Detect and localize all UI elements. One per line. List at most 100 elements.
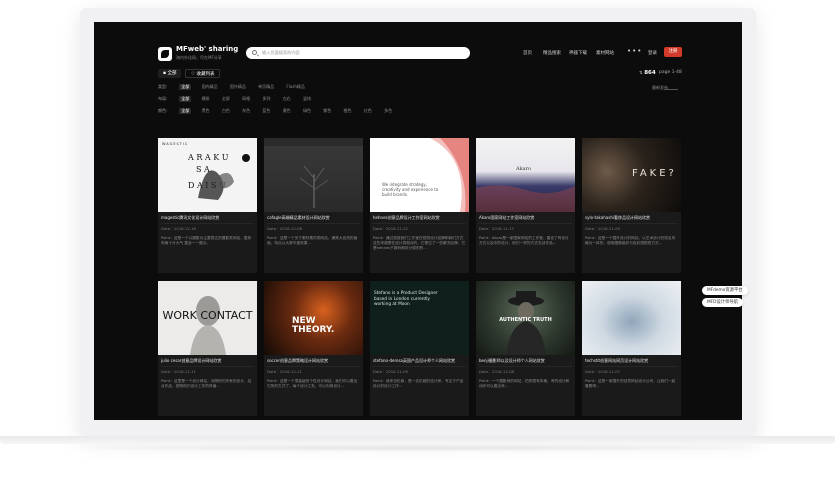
card-date: Date：2016-11-11	[161, 369, 196, 374]
card-divider	[161, 223, 254, 224]
filter-row-type: 类型: 全部 国内精品 国外精品 单页精品 Flash精品	[158, 84, 314, 92]
card-date: Date：2016-12-08	[267, 226, 302, 231]
card-thumbnail[interactable]: Akaro	[476, 138, 575, 212]
card-thumbnail[interactable]: NEW THEORY.	[264, 281, 363, 355]
filter-option[interactable]: 多色	[382, 108, 394, 114]
tab-favorites[interactable]: ♡ 收藏列表	[185, 69, 221, 78]
card-thumbnail[interactable]: FAKE?	[582, 138, 681, 212]
nav-home[interactable]: 首页	[523, 50, 532, 56]
side-pill-resource[interactable]: MFdemo资源平台	[702, 286, 748, 295]
card-thumbnail[interactable]	[582, 281, 681, 355]
filter-option[interactable]: Flash精品	[284, 84, 306, 90]
card-divider	[267, 223, 360, 224]
card-description: Point：这是一个国外设计的网站，以艺术设计的知名风格为一体的，使用图像组织与…	[585, 236, 676, 246]
card-thumbnail[interactable]: WORK CONTACT	[158, 281, 257, 355]
card-title[interactable]: hehnes创意品牌设计工作室网站欣赏	[373, 215, 466, 221]
filter-option[interactable]: 全部	[179, 96, 192, 102]
filter-option[interactable]: 国外精品	[228, 84, 248, 90]
card-title[interactable]: benji摄影师以及设计师个人网站欣赏	[479, 358, 572, 364]
site-card[interactable]: We integrate strategy, creativity and ex…	[370, 138, 469, 273]
card-date: Date：2016-11-09	[585, 226, 620, 231]
nav-assets[interactable]: 素材网站	[596, 50, 614, 56]
tab-favorites-label: 收藏列表	[196, 72, 215, 77]
card-date: Date：2016-11-22	[373, 226, 408, 231]
card-thumbnail[interactable]: AUTHENTIC TRUTH	[476, 281, 575, 355]
filter-option[interactable]: 全部	[179, 108, 192, 114]
filter-option[interactable]: 蓝色	[260, 108, 272, 114]
tab-all[interactable]: ▪ 全部	[158, 69, 182, 78]
logo-icon[interactable]	[158, 47, 172, 61]
card-thumbnail[interactable]: Stefano is a Product Designer based in L…	[370, 281, 469, 355]
site-card[interactable]: Akaro Akaro国家网站工作室网站欣赏 Date：2016-11-17 P…	[476, 138, 575, 273]
card-title[interactable]: magestic腾讯文化设计网站欣赏	[161, 215, 254, 221]
filter-option[interactable]: 灰色	[240, 108, 252, 114]
filter-option[interactable]: 横排	[200, 96, 212, 102]
tree-illustration	[264, 138, 363, 208]
filter-option[interactable]: 黄色	[281, 108, 293, 114]
card-title[interactable]: soccer创意品牌策略设计网站欣赏	[267, 358, 360, 364]
register-button[interactable]: 注册	[664, 47, 682, 57]
filter-option[interactable]: 多列	[260, 96, 272, 102]
filter-option[interactable]: 黑色	[200, 108, 212, 114]
search-input[interactable]: 输入您要搜索的内容	[262, 50, 300, 56]
card-divider	[585, 223, 678, 224]
filter-option[interactable]: 紫色	[321, 108, 333, 114]
filter-option[interactable]: 白色	[220, 108, 232, 114]
site-card[interactable]: WAGESTIC A R A K U S A D A I S U magesti…	[158, 138, 257, 273]
sort-underline	[664, 89, 678, 90]
card-date: Date：2016-11-09	[373, 369, 408, 374]
filter-option[interactable]: 全部	[179, 84, 192, 90]
site-card[interactable]: WORK CONTACT julio cesar创意品牌设计网站欣赏 Date：…	[158, 281, 257, 416]
search-box[interactable]: 输入您要搜索的内容	[246, 47, 470, 59]
red-swoosh-graphic	[430, 138, 469, 212]
filter-option[interactable]: 橙色	[342, 108, 354, 114]
card-divider	[373, 223, 466, 224]
thumb-caption: Stefano is a Product Designer based in L…	[374, 291, 438, 307]
card-description: Point：一个摄影师的网站，拍的很有风格，有的设计和动作可以看出来...	[479, 379, 570, 389]
side-pill-navigation[interactable]: MFD设计师导航	[702, 298, 743, 307]
filter-option[interactable]: 绿色	[301, 108, 313, 114]
card-title[interactable]: techstit创意网站网页设计网站欣赏	[585, 358, 678, 364]
thumb-caption: AUTHENTIC TRUTH	[499, 317, 552, 323]
login-link[interactable]: 登录	[648, 50, 657, 56]
card-title[interactable]: julio cesar创意品牌设计网站欣赏	[161, 358, 254, 364]
filter-option[interactable]: 红色	[362, 108, 374, 114]
card-description: Point：这是一个以摄影为主要表达的摄影类网站，整体布局十分大气 富含一一展示…	[161, 236, 252, 246]
svg-text:A R A K U: A R A K U	[187, 153, 229, 162]
card-title[interactable]: stefano-derosa英国产品设计师个人网站欣赏	[373, 358, 466, 364]
more-icon[interactable]: •••	[627, 47, 642, 55]
search-icon[interactable]	[252, 50, 257, 55]
brand-slogan: 海内外佳网，尽在MF分享	[176, 55, 222, 60]
brand-name[interactable]: MFweb' sharing	[176, 45, 238, 53]
site-card[interactable]: cafagle高端精品素材设计网站欣赏 Date：2016-12-08 Poin…	[264, 138, 363, 273]
sort-dropdown[interactable]: 最新发布	[652, 85, 668, 91]
result-count-value: 864	[644, 70, 656, 76]
monitor-base	[0, 436, 835, 444]
card-description: Point：通过投放我们工作室在视觉设计品牌和我们方式这些来源是在设计真相对的，…	[373, 236, 466, 251]
nav-tools[interactable]: 神器下载	[569, 50, 587, 56]
card-divider	[479, 223, 572, 224]
filter-option[interactable]: 单页精品	[256, 84, 276, 90]
filter-option[interactable]: 左右	[281, 96, 293, 102]
card-thumbnail[interactable]: WAGESTIC A R A K U S A D A I S U	[158, 138, 257, 212]
site-card[interactable]: NEW THEORY. soccer创意品牌策略设计网站欣赏 Date：2016…	[264, 281, 363, 416]
filter-option[interactable]: 网格	[240, 96, 252, 102]
filter-option[interactable]: 国内精品	[200, 84, 220, 90]
site-card[interactable]: Stefano is a Product Designer based in L…	[370, 281, 469, 416]
site-card[interactable]: AUTHENTIC TRUTH benji摄影师以及设计师个人网站欣赏 Date…	[476, 281, 575, 416]
card-description: Point：我来自伦敦，是一名伦敦的设计师，专注于产品设计的设计工作...	[373, 379, 464, 389]
card-title[interactable]: Akaro国家网站工作室网站欣赏	[479, 215, 572, 221]
filter-option[interactable]: 全屏	[220, 96, 232, 102]
card-thumbnail[interactable]: We integrate strategy, creativity and ex…	[370, 138, 469, 212]
card-divider	[373, 366, 466, 367]
filter-option[interactable]: 竖排	[301, 96, 313, 102]
card-title[interactable]: sylo-takahashi奢侈品设计网站欣赏	[585, 215, 678, 221]
thumb-caption: WORK CONTACT	[162, 309, 253, 322]
site-card[interactable]: techstit创意网站网页设计网站欣赏 Date：2016-11-07 Poi…	[582, 281, 681, 416]
card-divider	[267, 366, 360, 367]
card-title[interactable]: cafagle高端精品素材设计网站欣赏	[267, 215, 360, 221]
card-description: Point：这是一家国外的创意网站设计公司，让我们一起看着吧...	[585, 379, 676, 389]
nav-search-picks[interactable]: 精品搜索	[543, 50, 561, 56]
card-thumbnail[interactable]	[264, 138, 363, 212]
site-card[interactable]: FAKE? sylo-takahashi奢侈品设计网站欣赏 Date：2016-…	[582, 138, 681, 273]
